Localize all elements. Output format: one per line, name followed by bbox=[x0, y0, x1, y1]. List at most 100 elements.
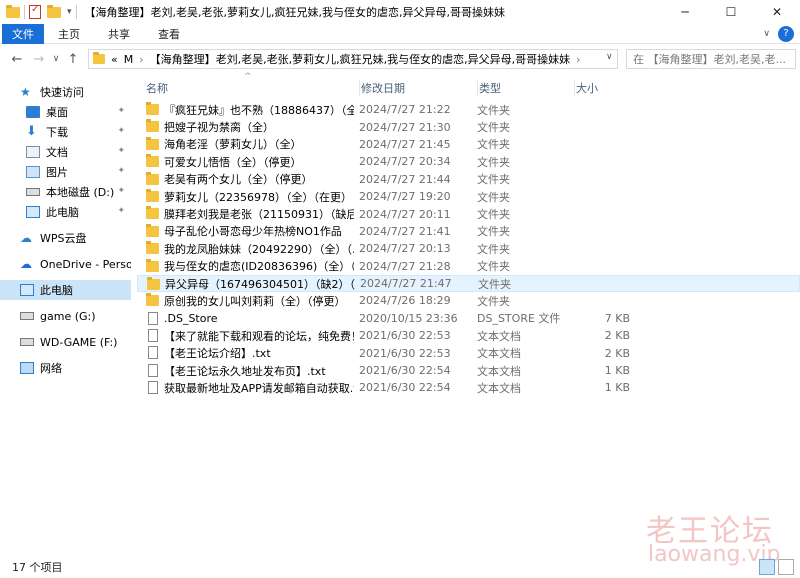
pin-icon[interactable]: ✦ bbox=[117, 106, 125, 116]
file-name: 【老王论坛介绍】.txt bbox=[164, 347, 271, 361]
new-folder-icon[interactable] bbox=[47, 4, 61, 18]
folder-icon bbox=[146, 188, 159, 202]
file-date: 2020/10/15 23:36 bbox=[359, 311, 458, 325]
back-icon[interactable]: ← bbox=[6, 48, 28, 70]
table-row[interactable]: 萝莉女儿（22356978）（全）（在更） 2024/7/27 19:20 文件夹 bbox=[137, 188, 800, 205]
sidebar-item-drive-f[interactable]: WD-GAME (F:) bbox=[0, 332, 131, 352]
folder-icon bbox=[146, 136, 159, 150]
file-date: 2024/7/27 20:34 bbox=[359, 155, 451, 169]
sidebar-item-label: 下载 bbox=[46, 126, 68, 139]
up-icon[interactable]: ↑ bbox=[62, 48, 84, 70]
large-icons-view-icon[interactable] bbox=[778, 559, 794, 575]
file-type: 文件夹 bbox=[477, 138, 510, 152]
table-row[interactable]: 老吴有两个女儿（全）（停更） 2024/7/27 21:44 文件夹 bbox=[137, 171, 800, 188]
file-type: 文本文档 bbox=[477, 364, 521, 378]
sidebar-item-quick-access[interactable]: ★ 快速访问 bbox=[0, 82, 131, 102]
table-row[interactable]: 【老王论坛介绍】.txt 2021/6/30 22:53 文本文档 2 KB bbox=[137, 344, 800, 361]
table-row[interactable]: 『疯狂兄妹』也不熟（18886437）（全... 2024/7/27 21:22 文… bbox=[137, 101, 800, 118]
sidebar-item-label: game (G:) bbox=[40, 309, 96, 323]
maximize-button[interactable]: ☐ bbox=[708, 0, 754, 24]
onedrive-icon: ☁ bbox=[20, 257, 32, 271]
tab-home[interactable]: 主页 bbox=[44, 24, 94, 44]
sidebar-item-network[interactable]: 网络 bbox=[0, 358, 131, 378]
pin-icon[interactable]: ✦ bbox=[117, 126, 125, 136]
search-input[interactable]: 在 【海角整理】老刘,老吴,老... bbox=[626, 49, 796, 69]
close-button[interactable]: ✕ bbox=[754, 0, 800, 24]
address-bar[interactable]: « M › 【海角整理】老刘,老吴,老张,萝莉女儿,疯狂兄妹,我与侄女的虐恋,异… bbox=[88, 49, 618, 69]
sidebar-item-this-pc[interactable]: 此电脑 bbox=[0, 280, 131, 300]
column-header-size[interactable]: 大小 bbox=[574, 80, 598, 96]
expand-ribbon-icon[interactable]: ∨ bbox=[763, 29, 770, 39]
table-row[interactable]: 把嫂子视为禁脔（全） 2024/7/27 21:30 文件夹 bbox=[137, 118, 800, 135]
table-row[interactable]: .DS_Store 2020/10/15 23:36 DS_STORE 文件 7 KB bbox=[137, 310, 800, 327]
document-icon bbox=[26, 146, 40, 158]
file-type: 文件夹 bbox=[477, 103, 510, 117]
file-date: 2024/7/27 19:20 bbox=[359, 190, 451, 204]
table-row[interactable]: 【来了就能下载和观看的论坛，纯免费！... 2021/6/30 22:53 文本文档… bbox=[137, 327, 800, 344]
help-icon[interactable]: ? bbox=[778, 25, 794, 42]
details-view-icon[interactable] bbox=[759, 559, 775, 575]
sidebar-item-documents[interactable]: 文档 ✦ bbox=[0, 142, 131, 162]
chevron-right-icon[interactable]: › bbox=[139, 53, 143, 66]
minimize-button[interactable]: ─ bbox=[662, 0, 708, 24]
pin-icon[interactable]: ✦ bbox=[117, 166, 125, 176]
sidebar-item-drive-g[interactable]: game (G:) bbox=[0, 306, 131, 326]
pin-icon[interactable]: ✦ bbox=[117, 146, 125, 156]
table-row[interactable]: 原创我的女儿叫刘莉莉（全）（停更） 2024/7/26 18:29 文件夹 bbox=[137, 292, 800, 309]
download-icon: ⬇ bbox=[26, 124, 37, 139]
sidebar-item-this-pc-pinned[interactable]: 此电脑 ✦ bbox=[0, 202, 131, 222]
sidebar-item-drive-d[interactable]: 本地磁盘 (D:) ✦ bbox=[0, 182, 131, 202]
table-row[interactable]: 异父异母（167496304501）（缺2）（... 2024/7/27 21:4… bbox=[137, 274, 800, 293]
sidebar-item-pictures[interactable]: 图片 ✦ bbox=[0, 162, 131, 182]
tab-file[interactable]: 文件 bbox=[2, 23, 44, 44]
table-row[interactable]: 膜拜老刘我是老张（21150931）（缺后... 2024/7/27 20:11 文… bbox=[137, 205, 800, 222]
breadcrumb-current[interactable]: 【海角整理】老刘,老吴,老张,萝莉女儿,疯狂兄妹,我与侄女的虐恋,异父异母,哥哥… bbox=[150, 51, 570, 67]
sidebar-item-label: 快速访问 bbox=[40, 86, 84, 99]
column-header-date[interactable]: 修改日期 bbox=[359, 80, 405, 96]
table-row[interactable]: 我与侄女的虐恋(ID20836396)（全）（... 2024/7/27 21:2… bbox=[137, 258, 800, 275]
sidebar-item-wps-cloud[interactable]: ☁ WPS云盘 bbox=[0, 228, 131, 248]
sidebar-item-desktop[interactable]: 桌面 ✦ bbox=[0, 102, 131, 122]
customize-toolbar-icon[interactable]: ▾ bbox=[67, 7, 72, 17]
column-header-type[interactable]: 类型 bbox=[477, 80, 501, 96]
file-name: 萝莉女儿（22356978）（全）（在更） bbox=[164, 190, 352, 204]
folder-icon bbox=[147, 276, 160, 290]
tab-share[interactable]: 共享 bbox=[94, 24, 144, 44]
sidebar-item-downloads[interactable]: ⬇ 下载 ✦ bbox=[0, 122, 131, 142]
table-row[interactable]: 【老王论坛永久地址发布页】.txt 2021/6/30 22:54 文本文档 1 KB bbox=[137, 362, 800, 379]
file-name: 膜拜老刘我是老张（21150931）（缺后... bbox=[164, 208, 354, 222]
recent-locations-icon[interactable]: ∨ bbox=[50, 48, 62, 70]
table-row[interactable]: 我的龙凤胎妹妹（20492290）（全）（... 2024/7/27 20:13 文… bbox=[137, 240, 800, 257]
file-date: 2024/7/26 18:29 bbox=[359, 294, 451, 308]
address-dropdown-icon[interactable]: ∨ bbox=[606, 52, 613, 62]
tab-view[interactable]: 查看 bbox=[144, 24, 194, 44]
file-date: 2024/7/27 21:22 bbox=[359, 103, 451, 117]
file-icon bbox=[148, 346, 158, 360]
properties-icon[interactable] bbox=[29, 4, 41, 19]
pin-icon[interactable]: ✦ bbox=[117, 206, 125, 216]
sidebar-item-onedrive[interactable]: ☁ OneDrive - Persona bbox=[0, 254, 131, 274]
folder-icon bbox=[93, 52, 105, 64]
file-name: 原创我的女儿叫刘莉莉（全）（停更） bbox=[164, 294, 346, 308]
forward-icon[interactable]: → bbox=[28, 48, 50, 70]
column-header-name[interactable]: 名称 bbox=[146, 80, 168, 96]
pin-icon[interactable]: ✦ bbox=[117, 186, 125, 196]
item-count: 17 个项目 bbox=[12, 561, 63, 574]
file-icon bbox=[148, 311, 158, 325]
table-row[interactable]: 海角老淫（萝莉女儿）（全） 2024/7/27 21:45 文件夹 bbox=[137, 136, 800, 153]
folder-icon bbox=[146, 258, 159, 272]
file-date: 2024/7/27 20:13 bbox=[359, 242, 451, 256]
drive-icon bbox=[20, 338, 34, 346]
breadcrumb-overflow[interactable]: « bbox=[111, 53, 118, 66]
table-row[interactable]: 获取最新地址及APP请发邮箱自动获取.txt 2021/6/30 22:54 文本文… bbox=[137, 379, 800, 396]
folder-icon bbox=[146, 241, 159, 255]
breadcrumb-item[interactable]: M bbox=[124, 53, 134, 66]
navigation-bar: ← → ∨ ↑ « M › 【海角整理】老刘,老吴,老张,萝莉女儿,疯狂兄妹,我… bbox=[0, 46, 800, 72]
table-row[interactable]: 可爱女儿悟悟（全）（停更） 2024/7/27 20:34 文件夹 bbox=[137, 153, 800, 170]
table-row[interactable]: 母子乱伦小哥恋母少年热榜NO1作品 2024/7/27 21:41 文件夹 bbox=[137, 223, 800, 240]
chevron-right-icon[interactable]: › bbox=[576, 53, 580, 66]
computer-icon bbox=[26, 206, 40, 218]
sidebar-item-label: 图片 bbox=[46, 166, 68, 179]
file-name: 『疯狂兄妹』也不熟（18886437）（全... bbox=[164, 103, 354, 117]
folder-icon bbox=[146, 154, 159, 168]
